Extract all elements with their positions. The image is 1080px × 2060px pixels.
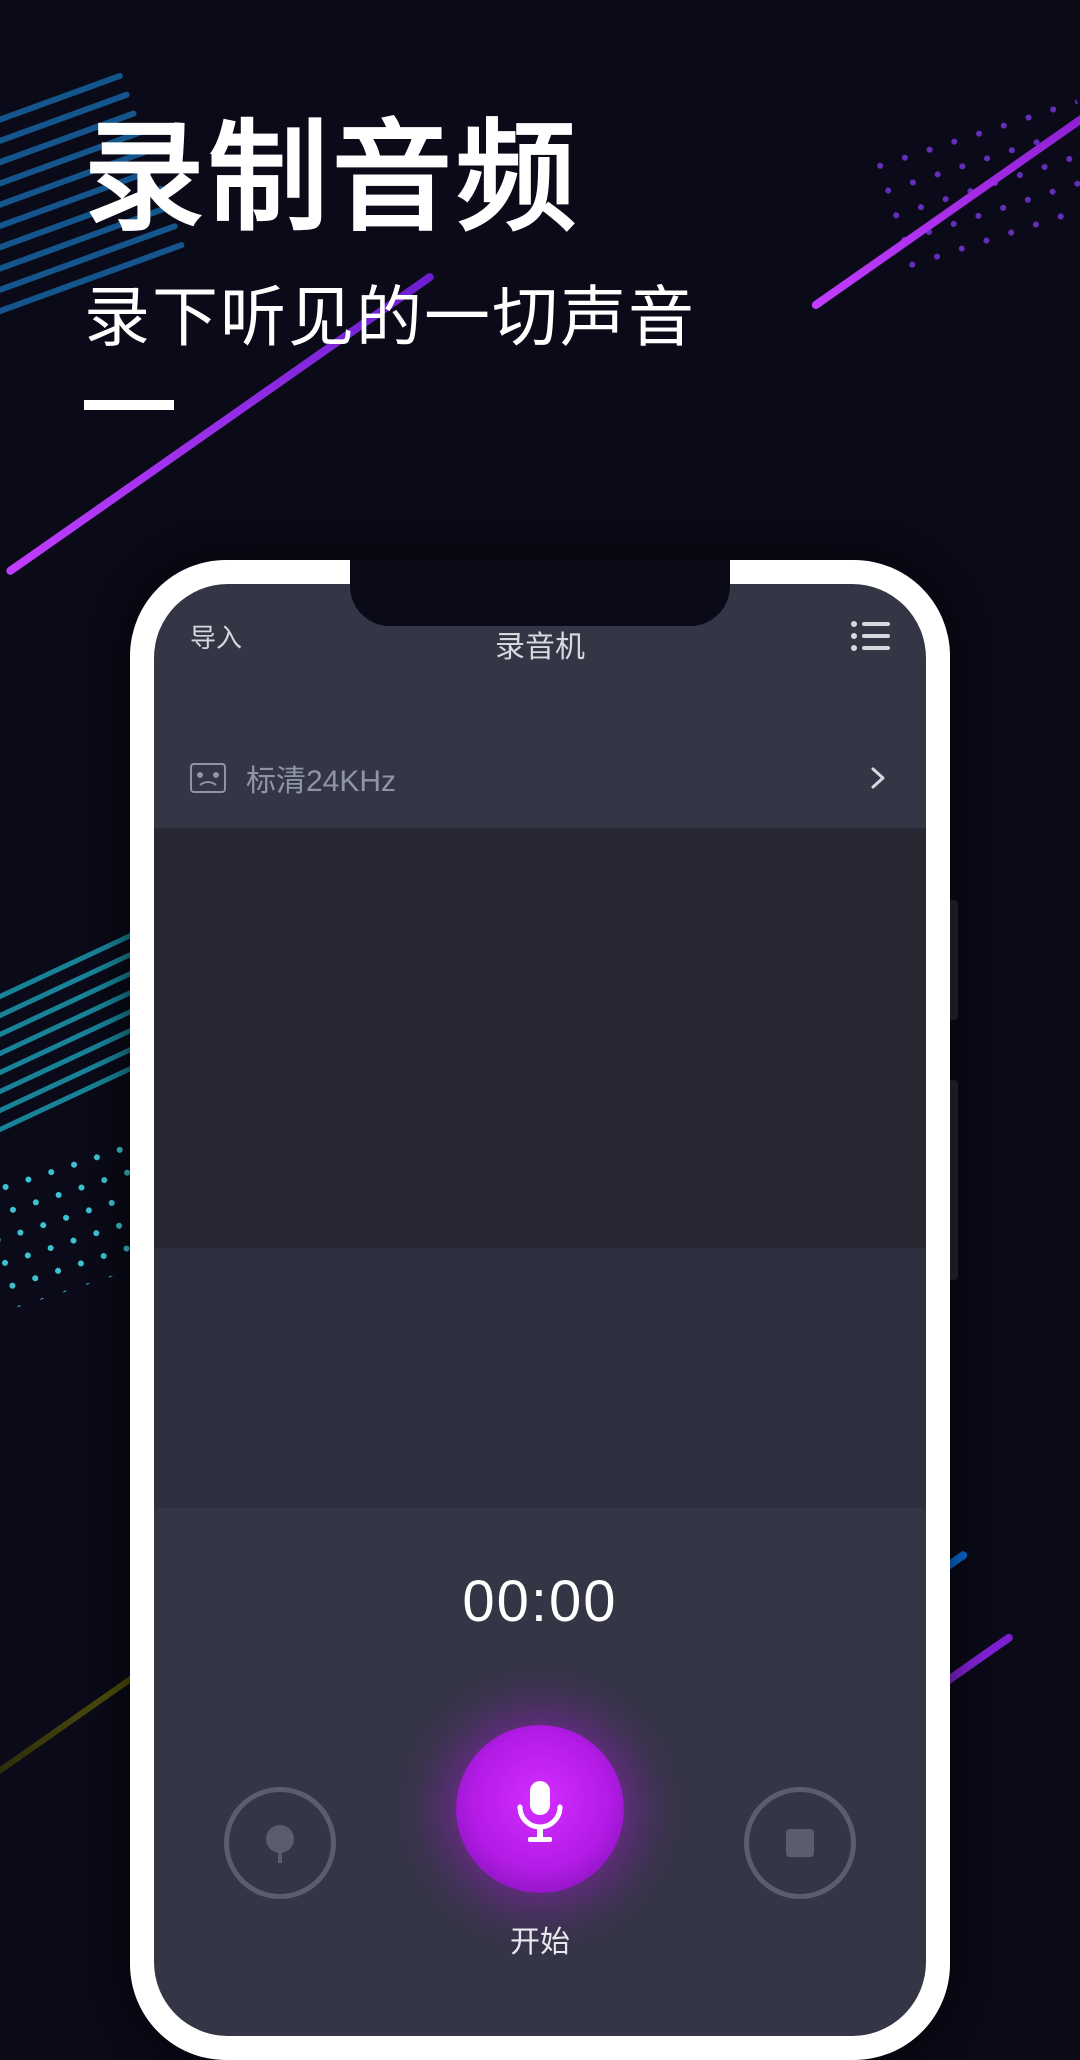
hero-subtitle: 录下听见的一切声音 — [84, 264, 696, 360]
phone-screen: 导入 录音机 标清24KHz — [154, 584, 926, 2036]
waveform-area-lower — [154, 1248, 926, 1508]
record-control: 开始 — [456, 1725, 624, 1961]
marker-button[interactable] — [224, 1787, 336, 1899]
timer-display: 00:00 — [154, 1568, 926, 1635]
phone-notch — [350, 560, 730, 626]
quality-label: 标清24KHz — [246, 756, 866, 800]
microphone-icon — [504, 1773, 576, 1845]
phone-side-button — [950, 900, 958, 1020]
pin-icon — [256, 1819, 304, 1867]
hero-underline — [84, 400, 174, 410]
record-button[interactable] — [456, 1725, 624, 1893]
controls: 开始 — [154, 1725, 926, 1961]
hero-title: 录制音频 — [84, 80, 696, 254]
chevron-right-icon — [866, 766, 890, 790]
waveform-area-upper — [154, 828, 926, 1248]
quality-icon — [190, 763, 226, 793]
record-label: 开始 — [510, 1917, 570, 1961]
stop-button[interactable] — [744, 1787, 856, 1899]
list-menu-icon[interactable] — [850, 620, 890, 652]
phone-side-button — [950, 1080, 958, 1280]
timer-area: 00:00 开始 — [154, 1508, 926, 1961]
hero: 录制音频 录下听见的一切声音 — [84, 80, 696, 410]
phone-frame: 导入 录音机 标清24KHz — [130, 560, 950, 2060]
stop-icon — [780, 1823, 820, 1863]
quality-selector[interactable]: 标清24KHz — [154, 728, 926, 828]
import-button[interactable]: 导入 — [190, 618, 242, 655]
page-title: 录音机 — [495, 622, 585, 666]
